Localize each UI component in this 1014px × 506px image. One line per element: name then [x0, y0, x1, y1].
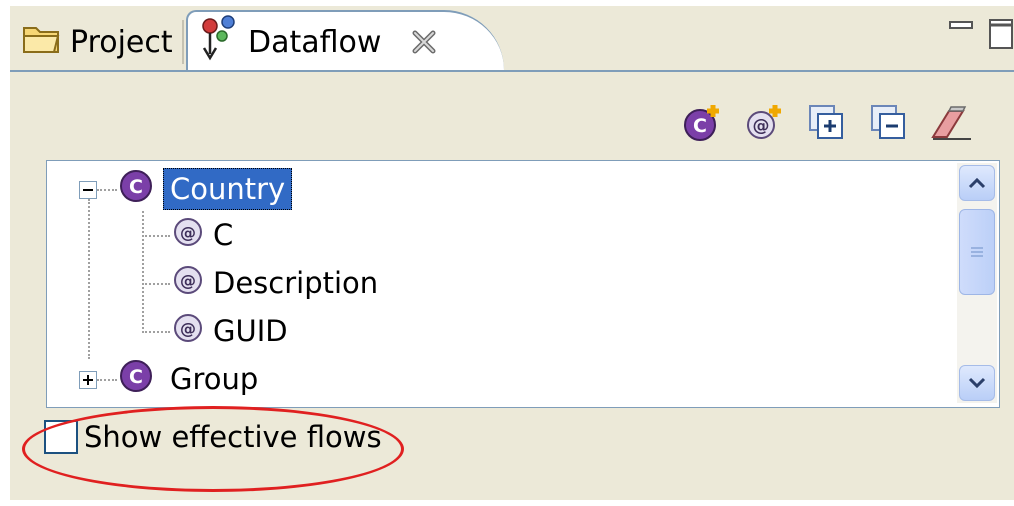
tree-connector — [142, 283, 170, 285]
tree-item-label: Country — [163, 168, 293, 210]
tree-connector — [142, 211, 144, 333]
toolbar: C @ — [683, 103, 973, 147]
tree-item-label: Description — [213, 266, 379, 300]
tree-connector — [142, 235, 170, 237]
tree-connector — [97, 189, 117, 191]
add-class-button[interactable]: C — [683, 103, 723, 147]
collapse-toggle[interactable] — [79, 181, 97, 199]
tab-dataflow-label: Dataflow — [248, 24, 382, 60]
grip-icon — [971, 247, 983, 257]
tree-item-guid[interactable]: @ GUID — [173, 308, 288, 354]
tree-connector — [97, 379, 117, 381]
window-controls — [948, 16, 1014, 54]
svg-text:@: @ — [753, 116, 770, 136]
dataflow-icon — [198, 14, 240, 70]
tree-item-label: Group — [170, 362, 259, 396]
tab-strip: Project Dataflow — [10, 6, 1014, 72]
close-icon[interactable] — [411, 29, 437, 55]
tab-dataflow[interactable]: Dataflow — [186, 10, 504, 72]
dataflow-view: Project Dataflow C @ C Country @ C @ Des… — [10, 6, 1014, 500]
svg-text:C: C — [129, 176, 143, 198]
dataflow-tree[interactable]: C Country @ C @ Description @ GUID C Gro… — [46, 160, 1000, 408]
tree-item-group[interactable]: C Group — [119, 356, 265, 402]
minimize-icon[interactable] — [948, 16, 974, 38]
expand-all-button[interactable] — [808, 104, 846, 146]
attribute-icon: @ — [173, 313, 203, 350]
class-icon: C — [119, 359, 153, 400]
tab-divider — [182, 20, 184, 64]
svg-text:@: @ — [180, 271, 196, 290]
tree-item-label: GUID — [213, 314, 288, 348]
minus-icon — [83, 189, 93, 191]
eraser-icon — [929, 103, 973, 147]
tab-project[interactable]: Project — [10, 14, 182, 70]
tree-item-c[interactable]: @ C — [173, 212, 233, 258]
collapse-all-button[interactable] — [870, 104, 908, 146]
class-add-icon: C — [683, 103, 723, 147]
add-attribute-button[interactable]: @ — [745, 103, 785, 147]
attribute-icon: @ — [173, 217, 203, 254]
tree-item-description[interactable]: @ Description — [173, 260, 378, 306]
svg-text:C: C — [129, 366, 143, 388]
tree-connector — [142, 331, 170, 333]
folder-icon — [22, 22, 62, 62]
highlight-ellipse — [22, 406, 404, 492]
expand-toggle[interactable] — [79, 371, 97, 389]
scroll-down-button[interactable] — [959, 365, 995, 401]
tree-connector — [88, 199, 90, 359]
tree-item-country[interactable]: C Country — [119, 166, 293, 212]
svg-text:@: @ — [180, 223, 196, 242]
attribute-add-icon: @ — [745, 103, 785, 147]
svg-text:@: @ — [180, 319, 196, 338]
tree-item-label: C — [213, 218, 234, 252]
attribute-icon: @ — [173, 265, 203, 302]
plus-icon — [83, 375, 93, 385]
vertical-scrollbar[interactable] — [957, 163, 997, 403]
scroll-up-button[interactable] — [959, 165, 995, 201]
tab-project-label: Project — [70, 24, 173, 60]
class-icon: C — [119, 169, 153, 210]
svg-text:C: C — [693, 115, 707, 137]
maximize-icon[interactable] — [988, 16, 1014, 54]
collapse-all-icon — [870, 104, 908, 146]
chevron-down-icon — [968, 377, 986, 389]
scroll-thumb[interactable] — [959, 209, 995, 295]
expand-all-icon — [808, 104, 846, 146]
clear-button[interactable] — [929, 103, 973, 147]
chevron-up-icon — [968, 177, 986, 189]
